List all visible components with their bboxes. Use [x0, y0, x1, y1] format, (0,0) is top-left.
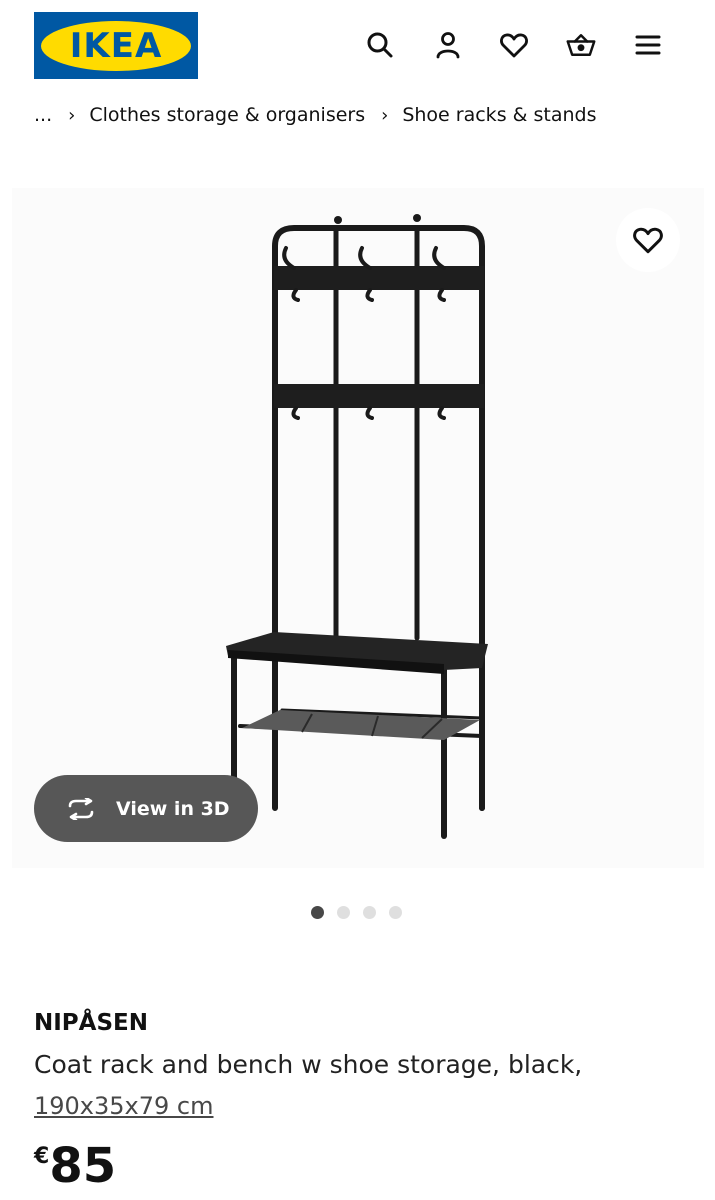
breadcrumb-shoe-racks[interactable]: Shoe racks & stands	[402, 104, 596, 126]
rotate-3d-icon	[68, 797, 94, 820]
breadcrumb: ... › Clothes storage & organisers › Sho…	[34, 100, 714, 130]
chevron-right-icon: ›	[68, 104, 76, 126]
view-in-3d-label: View in 3D	[116, 797, 230, 820]
breadcrumb-ellipsis[interactable]: ...	[34, 104, 52, 126]
carousel-dot[interactable]	[363, 906, 376, 919]
product-price: € 85	[34, 1138, 116, 1194]
heart-icon	[633, 227, 663, 254]
search-icon[interactable]	[362, 27, 398, 63]
carousel-dot[interactable]	[389, 906, 402, 919]
product-description: Coat rack and bench w shoe storage, blac…	[34, 1050, 583, 1079]
ikea-logo[interactable]: IKEA	[34, 12, 198, 79]
product-name: NIPÅSEN	[34, 1010, 148, 1036]
product-dimensions-link[interactable]: 190x35x79 cm	[34, 1092, 214, 1120]
product-image-gallery[interactable]	[12, 188, 704, 868]
price-currency: €	[34, 1144, 50, 1169]
logo-text: IKEA	[69, 25, 163, 66]
favourite-button[interactable]	[616, 208, 680, 272]
user-icon[interactable]	[430, 27, 466, 63]
carousel-dot[interactable]	[337, 906, 350, 919]
breadcrumb-clothes-storage[interactable]: Clothes storage & organisers	[89, 104, 365, 126]
carousel-dot[interactable]	[311, 906, 324, 919]
basket-icon[interactable]	[563, 27, 599, 63]
price-value: 85	[49, 1138, 117, 1194]
carousel-dots	[311, 906, 402, 919]
chevron-right-icon: ›	[381, 104, 389, 126]
site-header: IKEA	[0, 0, 715, 95]
product-image	[226, 214, 488, 839]
view-in-3d-button[interactable]: View in 3D	[34, 775, 258, 842]
heart-icon[interactable]	[496, 27, 532, 63]
logo-oval: IKEA	[41, 20, 191, 71]
menu-icon[interactable]	[630, 27, 666, 63]
